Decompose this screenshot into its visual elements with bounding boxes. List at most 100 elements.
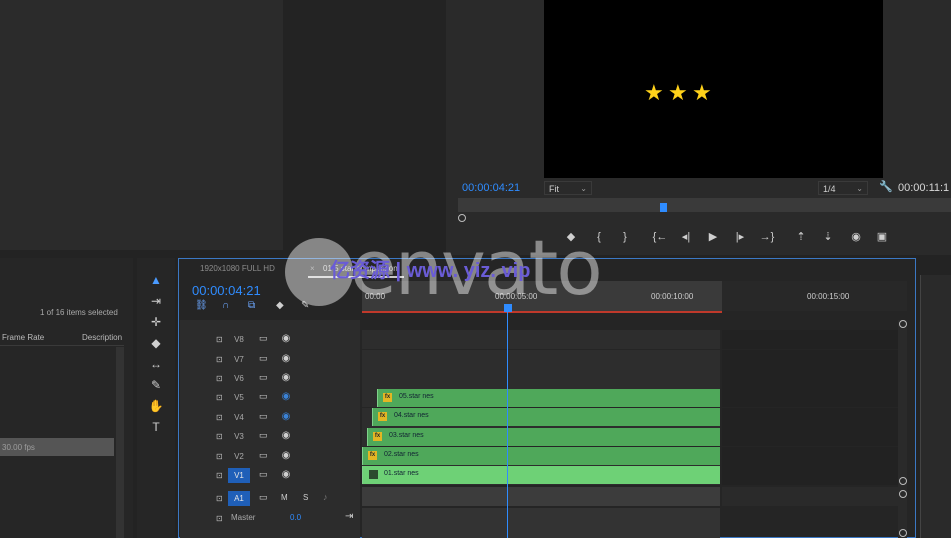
track-lane-ext xyxy=(722,388,898,407)
eye-icon[interactable]: ◉ xyxy=(279,333,293,344)
track-name[interactable]: V8 xyxy=(228,332,250,347)
add-marker-icon[interactable]: ◆ xyxy=(276,300,284,311)
button-editor-button[interactable]: ▣ xyxy=(874,231,890,243)
clip-03[interactable]: fx 03.star nes xyxy=(367,428,720,446)
lock-icon[interactable]: ⊡ xyxy=(216,432,223,441)
slip-tool-icon[interactable]: ↔ xyxy=(148,357,164,371)
tab-sequence-full-hd[interactable]: 1920x1080 FULL HD xyxy=(200,264,275,273)
track-name[interactable]: V4 xyxy=(228,410,250,425)
step-forward-button[interactable]: |▸ xyxy=(732,231,748,243)
selection-tool-icon[interactable]: ▲ xyxy=(148,273,164,287)
playback-resolution-select[interactable]: 1/4 ⌄ xyxy=(818,181,868,195)
track-name-selected[interactable]: A1 xyxy=(228,491,250,506)
scroll-handle-mid[interactable] xyxy=(899,477,907,485)
toggle-sync-icon[interactable]: ▭ xyxy=(259,492,268,503)
timeline-playhead-line[interactable] xyxy=(507,306,508,538)
go-to-end-icon[interactable]: ⇥ xyxy=(345,511,353,522)
extract-button[interactable]: ⇣ xyxy=(820,231,836,243)
solo-button[interactable]: S xyxy=(303,493,308,502)
toggle-sync-icon[interactable]: ▭ xyxy=(259,469,268,480)
ripple-edit-tool-icon[interactable]: ✛ xyxy=(148,315,164,329)
eye-icon[interactable]: ◉ xyxy=(279,430,293,441)
track-name[interactable]: V5 xyxy=(228,390,250,405)
microphone-icon[interactable]: ♪ xyxy=(323,492,328,502)
eye-icon[interactable]: ◉ xyxy=(279,450,293,461)
mute-button[interactable]: M xyxy=(281,493,288,502)
toggle-sync-icon[interactable]: ▭ xyxy=(259,391,268,402)
lock-icon[interactable]: ⊡ xyxy=(216,452,223,461)
clip-05[interactable]: fx 05.star nes xyxy=(377,389,720,407)
track-header-a1: ⊡ A1 ▭ M S ♪ xyxy=(180,489,360,508)
pen-tool-icon[interactable]: ✎ xyxy=(148,378,164,392)
track-lane-v6[interactable] xyxy=(362,369,720,388)
track-lane-v8[interactable] xyxy=(362,330,720,349)
project-panel xyxy=(0,258,133,538)
clip-name: 02.star nes xyxy=(384,451,419,458)
clip-01[interactable]: 01.star nes xyxy=(362,466,720,484)
eye-icon[interactable]: ◉ xyxy=(279,469,293,480)
step-back-button[interactable]: ◂| xyxy=(678,231,694,243)
hand-tool-icon[interactable]: ✋ xyxy=(148,399,164,413)
track-name[interactable]: V3 xyxy=(228,429,250,444)
track-lane-a1[interactable] xyxy=(362,487,720,506)
eye-off-icon[interactable]: ◉ xyxy=(279,391,293,402)
clip-02[interactable]: fx 02.star nes xyxy=(362,447,720,465)
source-monitor-panel xyxy=(0,0,283,250)
export-frame-button[interactable]: ◉ xyxy=(848,231,864,243)
lock-icon[interactable]: ⊡ xyxy=(216,494,223,503)
zoom-level-select[interactable]: Fit ⌄ xyxy=(544,181,592,195)
lock-icon[interactable]: ⊡ xyxy=(216,374,223,383)
razor-tool-icon[interactable]: ◆ xyxy=(148,336,164,350)
toggle-sync-icon[interactable]: ▭ xyxy=(259,353,268,364)
eye-icon[interactable]: ◉ xyxy=(279,372,293,383)
mark-out-button[interactable]: } xyxy=(617,231,633,243)
lock-icon[interactable]: ⊡ xyxy=(216,471,223,480)
toggle-sync-icon[interactable]: ▭ xyxy=(259,372,268,383)
go-to-in-button[interactable]: {← xyxy=(652,231,668,243)
lock-icon[interactable]: ⊡ xyxy=(216,335,223,344)
star-3: ★ xyxy=(692,80,712,105)
track-name-selected[interactable]: V1 xyxy=(228,468,250,483)
lock-icon[interactable]: ⊡ xyxy=(216,514,223,523)
track-lane-master[interactable] xyxy=(362,508,720,538)
project-scrollbar[interactable] xyxy=(116,347,124,538)
clip-04[interactable]: fx 04.star nes xyxy=(372,408,720,426)
nest-icon[interactable]: ⛓ xyxy=(195,300,208,311)
program-playhead[interactable] xyxy=(660,203,667,212)
lock-icon[interactable]: ⊡ xyxy=(216,413,223,422)
timeline-vertical-scrollbar[interactable] xyxy=(898,320,907,538)
track-name[interactable]: V7 xyxy=(228,352,250,367)
column-header-description[interactable]: Description xyxy=(82,333,122,342)
track-name[interactable]: V6 xyxy=(228,371,250,386)
wrench-icon[interactable]: 🔧 xyxy=(879,180,893,193)
scroll-handle-top[interactable] xyxy=(899,320,907,328)
lift-button[interactable]: ⇡ xyxy=(793,231,809,243)
zoom-scroll-handle[interactable] xyxy=(458,214,466,222)
linked-selection-icon[interactable]: ⧉ xyxy=(248,300,255,311)
toggle-sync-icon[interactable]: ▭ xyxy=(259,430,268,441)
site-watermark: 亿资源 | www. yiz. vip xyxy=(330,260,531,282)
track-select-tool-icon[interactable]: ⇥ xyxy=(148,294,164,308)
toggle-sync-icon[interactable]: ▭ xyxy=(259,333,268,344)
snap-icon[interactable]: ∩ xyxy=(222,300,229,311)
scroll-handle-audio[interactable] xyxy=(899,490,907,498)
go-to-out-button[interactable]: →} xyxy=(759,231,775,243)
play-button[interactable]: ▶ xyxy=(705,231,721,243)
toggle-sync-icon[interactable]: ▭ xyxy=(259,411,268,422)
eye-off-icon[interactable]: ◉ xyxy=(279,411,293,422)
lock-icon[interactable]: ⊡ xyxy=(216,393,223,402)
track-lane-v7[interactable] xyxy=(362,350,720,369)
lock-icon[interactable]: ⊡ xyxy=(216,355,223,364)
toggle-sync-icon[interactable]: ▭ xyxy=(259,450,268,461)
program-time-ruler[interactable] xyxy=(458,198,951,212)
track-header-master: ⊡ Master 0.0 ⇥ xyxy=(180,509,360,528)
timeline-playhead-timecode[interactable]: 00:00:04:21 xyxy=(192,283,261,298)
program-playhead-timecode[interactable]: 00:00:04:21 xyxy=(462,182,520,194)
column-header-frame-rate[interactable]: Frame Rate xyxy=(2,333,44,342)
type-tool-icon[interactable]: T xyxy=(148,420,164,434)
track-name[interactable]: V2 xyxy=(228,449,250,464)
scroll-handle-bottom[interactable] xyxy=(899,529,907,537)
master-volume-value[interactable]: 0.0 xyxy=(290,513,301,522)
eye-icon[interactable]: ◉ xyxy=(279,353,293,364)
track-lane-ext xyxy=(722,466,898,485)
